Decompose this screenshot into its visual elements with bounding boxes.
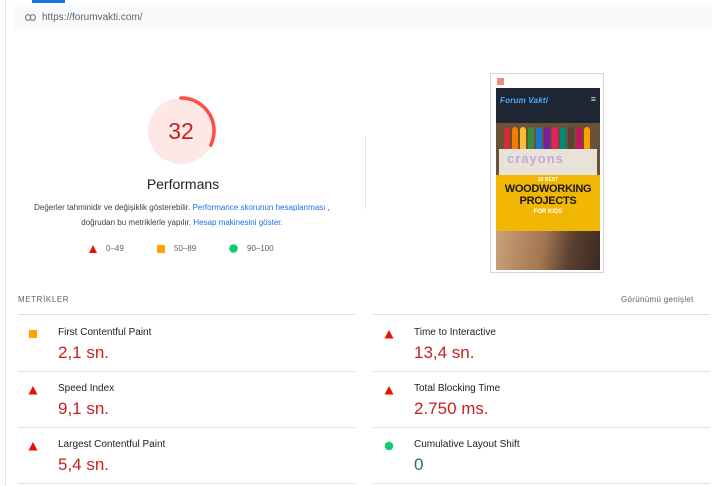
metric-value: 2,1 sn. [58, 343, 110, 362]
metric-value: 9,1 sn. [58, 399, 110, 418]
banner-line-4: FOR KIDS [533, 209, 563, 215]
red-triangle-icon [28, 442, 38, 451]
metric-name: Time to Interactive [414, 327, 496, 338]
metric-value: 2.750 ms. [414, 399, 489, 418]
active-tab-indicator [32, 0, 65, 3]
legend-label: 50–89 [174, 244, 197, 253]
metrics-heading: METRİKLER [18, 295, 70, 304]
crayons-text: crayons [507, 151, 564, 166]
legend-item-fail: 0–49 [89, 244, 124, 253]
screenshot-hero-image: crayons 20 BEST WOODWORKING PROJECTS FOR… [496, 123, 600, 270]
screenshot-banner: 20 BEST WOODWORKING PROJECTS FOR KIDS [496, 175, 600, 231]
screenshot-corner-marker [497, 78, 504, 85]
expand-view-button[interactable]: Görünümü genişlet [621, 295, 694, 304]
performance-score-gauge: 32 [146, 94, 220, 168]
metric-speed-index: Speed Index 9,1 sn. [28, 372, 358, 428]
metric-cumulative-layout-shift: Cumulative Layout Shift 0 [384, 428, 714, 484]
metric-first-contentful-paint: First Contentful Paint 2,1 sn. [28, 316, 358, 372]
legend-item-average: 50–89 [157, 244, 196, 253]
score-calculation-link[interactable]: Performance skorunun hesaplanması [192, 203, 325, 212]
frame-border [5, 0, 6, 486]
score-description: Değerler tahminidir ve değişiklik göster… [30, 200, 334, 230]
metric-name: Cumulative Layout Shift [414, 439, 520, 450]
score-legend: 0–49 50–89 90–100 [0, 244, 725, 258]
divider [365, 137, 366, 209]
orange-square-icon [157, 244, 165, 253]
metric-time-to-interactive: Time to Interactive 13,4 sn. [384, 316, 714, 372]
divider [18, 483, 355, 484]
calculator-link[interactable]: Hesap makinesini göster. [193, 218, 282, 227]
divider [373, 483, 710, 484]
divider [373, 314, 710, 315]
screenshot-site-header: Forum Vakti ≡ [496, 88, 600, 123]
description-text-1: Değerler tahminidir ve değişiklik göster… [34, 203, 191, 212]
banner-line-3: PROJECTS [519, 195, 577, 207]
red-triangle-icon [89, 244, 97, 253]
metric-name: Largest Contentful Paint [58, 439, 166, 450]
metric-total-blocking-time: Total Blocking Time 2.750 ms. [384, 372, 714, 428]
red-triangle-icon [28, 386, 38, 395]
metric-value: 5,4 sn. [58, 455, 110, 474]
tested-url-link[interactable]: https://forumvakti.com/ [42, 12, 143, 23]
orange-square-icon [29, 330, 37, 338]
divider [18, 314, 355, 315]
legend-label: 90–100 [247, 244, 274, 253]
performance-score: 32 [168, 118, 194, 144]
metric-name: Total Blocking Time [414, 383, 501, 394]
banner-line-1: 20 BEST [537, 177, 559, 183]
metric-name: First Contentful Paint [58, 327, 152, 338]
red-triangle-icon [384, 330, 394, 339]
banner-line-2: WOODWORKING [504, 183, 592, 195]
metric-value: 0 [414, 455, 424, 474]
tested-url-bar: https://forumvakti.com/ [14, 5, 712, 29]
metric-largest-contentful-paint: Largest Contentful Paint 5,4 sn. [28, 428, 358, 484]
final-screenshot: Forum Vakti ≡ crayons 20 BEST WOODWORKIN… [490, 73, 604, 273]
wood-photo [496, 231, 600, 270]
screenshot-site-name: Forum Vakti [500, 96, 549, 105]
link-icon [25, 13, 36, 21]
red-triangle-icon [384, 386, 394, 395]
metric-name: Speed Index [58, 383, 115, 394]
legend-label: 0–49 [106, 244, 124, 253]
performance-title: Performans [146, 176, 220, 192]
hamburger-menu-icon: ≡ [590, 94, 596, 104]
metric-value: 13,4 sn. [414, 343, 475, 362]
green-circle-icon [384, 441, 394, 451]
legend-item-pass: 90–100 [229, 244, 274, 253]
green-circle-icon [229, 244, 238, 253]
